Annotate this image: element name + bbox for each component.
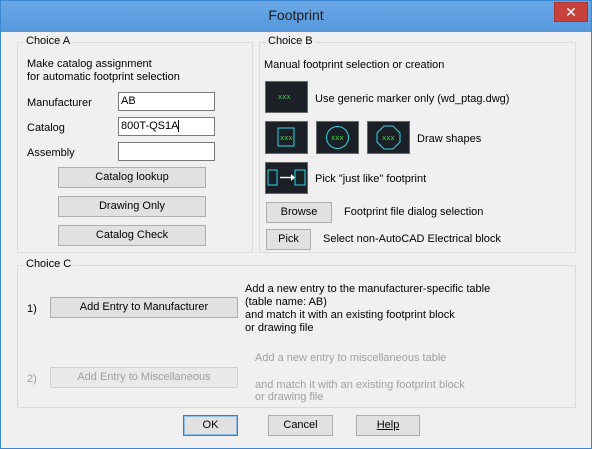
item1-desc-2: (table name: AB)	[245, 296, 327, 308]
draw-shapes-label: Draw shapes	[417, 133, 482, 145]
just-like-label: Pick "just like" footprint	[315, 173, 427, 185]
text-caret	[178, 120, 180, 133]
generic-marker-icon: xxx	[278, 93, 291, 101]
catalog-field[interactable]: 800T-QS1A	[118, 117, 215, 136]
catalog-label: Catalog	[27, 122, 65, 134]
catalog-check-button[interactable]: Catalog Check	[58, 225, 206, 246]
help-button[interactable]: Help	[356, 415, 420, 436]
just-like-arrow-icon	[267, 169, 306, 186]
assembly-field[interactable]	[118, 142, 215, 161]
window-title: Footprint	[268, 7, 324, 23]
choice-a-intro-1: Make catalog assignment	[27, 58, 152, 70]
title-bar[interactable]: Footprint ✕	[1, 1, 591, 32]
assembly-label: Assembly	[27, 147, 75, 159]
pick-desc: Select non-AutoCAD Electrical block	[323, 233, 501, 245]
cancel-button[interactable]: Cancel	[268, 415, 333, 436]
item2-desc-3: or drawing file	[255, 391, 324, 403]
close-button[interactable]: ✕	[554, 2, 588, 22]
browse-desc: Footprint file dialog selection	[344, 206, 484, 218]
item1-desc-3: and match it with an existing footprint …	[245, 309, 455, 321]
item2-desc-2: and match it with an existing footprint …	[255, 379, 465, 391]
choice-a-label: Choice A	[24, 35, 73, 47]
choice-b-intro: Manual footprint selection or creation	[264, 59, 445, 71]
choice-c-group: Choice C 1) Add Entry to Manufacturer Ad…	[17, 258, 576, 408]
item2-number: 2)	[27, 373, 37, 385]
catalog-field-value: 800T-QS1A	[121, 120, 179, 132]
browse-button[interactable]: Browse	[266, 202, 332, 223]
choice-a-group: Choice A Make catalog assignment for aut…	[17, 35, 253, 253]
add-entry-miscellaneous-button[interactable]: Add Entry to Miscellaneous	[50, 367, 238, 388]
draw-circle-button[interactable]: xxx	[316, 121, 359, 154]
ok-button[interactable]: OK	[183, 415, 238, 436]
choice-c-label: Choice C	[24, 258, 74, 270]
drawing-only-button[interactable]: Drawing Only	[58, 196, 206, 217]
item1-desc-4: or drawing file	[245, 322, 314, 334]
item2-desc-1: Add a new entry to miscellaneous table	[255, 352, 447, 364]
draw-rectangle-button[interactable]: xxx	[265, 121, 308, 154]
generic-marker-label: Use generic marker only (wd_ptag.dwg)	[315, 93, 510, 105]
circle-marker-text: xxx	[331, 134, 344, 142]
choice-b-group: Choice B Manual footprint selection or c…	[259, 35, 576, 253]
dialog-body: Choice A Make catalog assignment for aut…	[9, 32, 583, 442]
footprint-dialog: Footprint ✕ Choice A Make catalog assign…	[0, 0, 592, 449]
manufacturer-field[interactable]: AB	[118, 92, 215, 111]
item1-number: 1)	[27, 303, 37, 315]
catalog-lookup-button[interactable]: Catalog lookup	[58, 167, 206, 188]
rectangle-marker-text: xxx	[280, 134, 293, 142]
generic-marker-button[interactable]: xxx	[265, 81, 308, 113]
draw-octagon-button[interactable]: xxx	[367, 121, 410, 154]
pick-button[interactable]: Pick	[266, 229, 311, 250]
choice-a-intro-2: for automatic footprint selection	[27, 71, 180, 83]
just-like-button[interactable]	[265, 162, 308, 194]
add-entry-manufacturer-button[interactable]: Add Entry to Manufacturer	[50, 297, 238, 318]
octagon-marker-text: xxx	[382, 134, 395, 142]
item1-desc-1: Add a new entry to the manufacturer-spec…	[245, 283, 491, 295]
choice-b-label: Choice B	[266, 35, 315, 47]
manufacturer-label: Manufacturer	[27, 97, 92, 109]
